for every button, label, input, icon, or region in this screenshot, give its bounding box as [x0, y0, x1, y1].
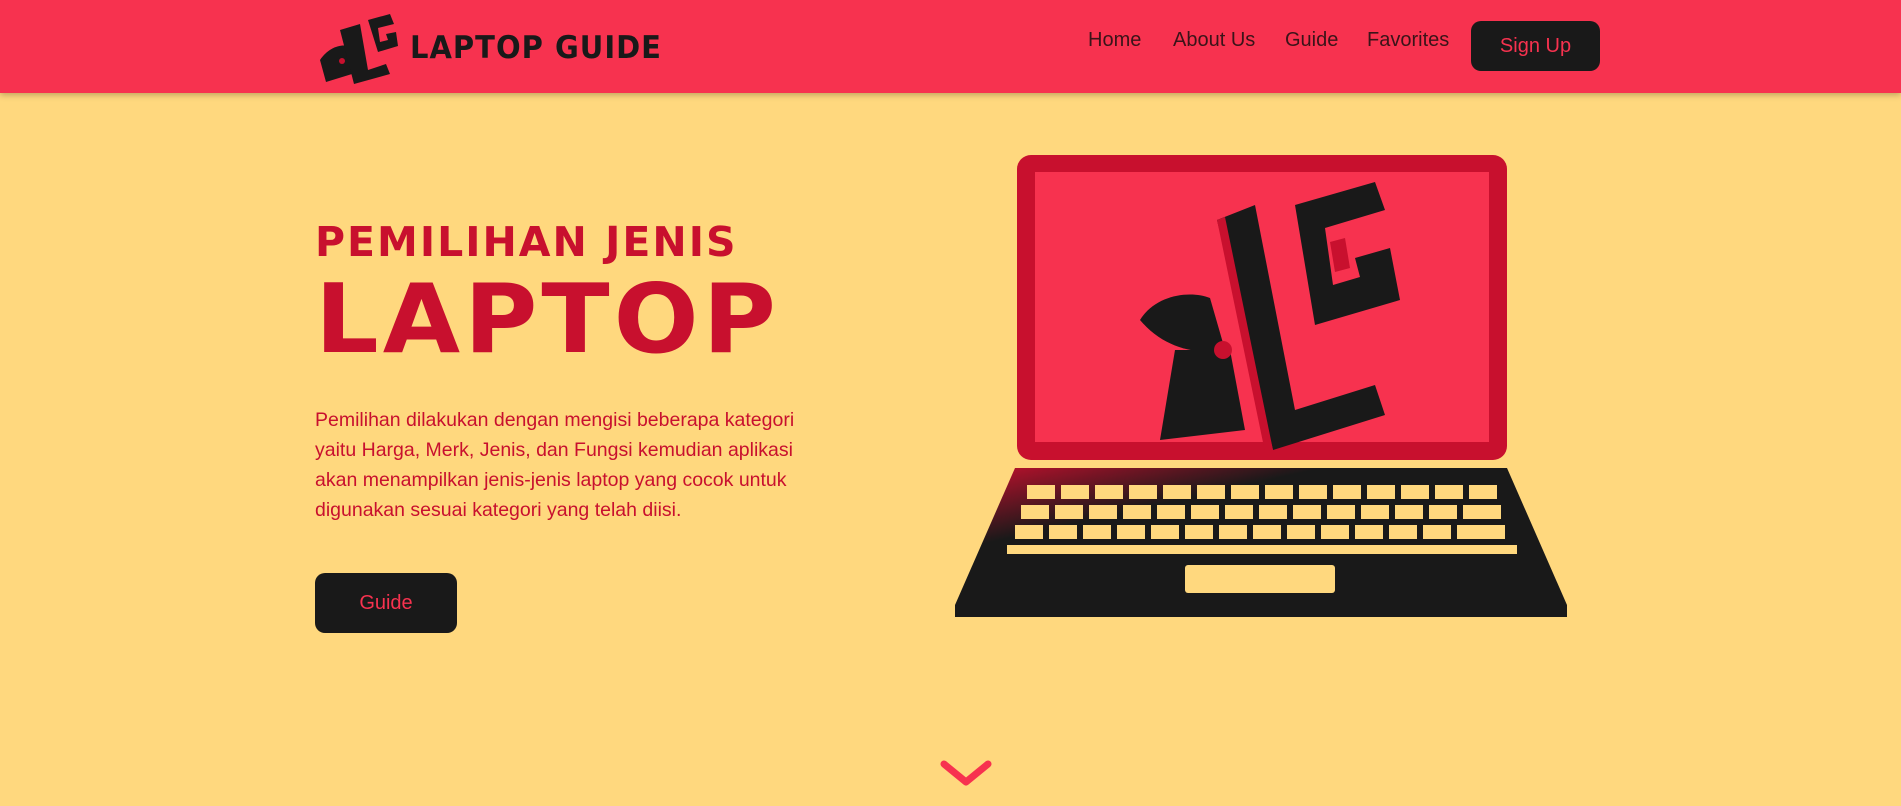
nav-guide[interactable]: Guide [1285, 29, 1338, 52]
hero-title: LAPTOP [315, 263, 780, 375]
sign-up-button[interactable]: Sign Up [1471, 21, 1600, 71]
chevron-down-icon[interactable] [940, 758, 992, 788]
nav-favorites[interactable]: Favorites [1367, 29, 1449, 52]
laptop-illustration-icon [955, 155, 1567, 617]
brand-name: LAPTOP GUIDE [410, 28, 662, 66]
brand[interactable]: LAPTOP GUIDE [318, 10, 662, 84]
hero-subtitle: PEMILIHAN JENIS [315, 218, 738, 266]
nav-about-us[interactable]: About Us [1173, 29, 1255, 52]
hero-description: Pemilihan dilakukan dengan mengisi beber… [315, 409, 795, 521]
guide-button[interactable]: Guide [315, 573, 457, 633]
lg-logo-icon [320, 14, 398, 84]
nav-home[interactable]: Home [1088, 29, 1141, 52]
navbar: LAPTOP GUIDE Home About Us Guide Favorit… [0, 0, 1901, 93]
